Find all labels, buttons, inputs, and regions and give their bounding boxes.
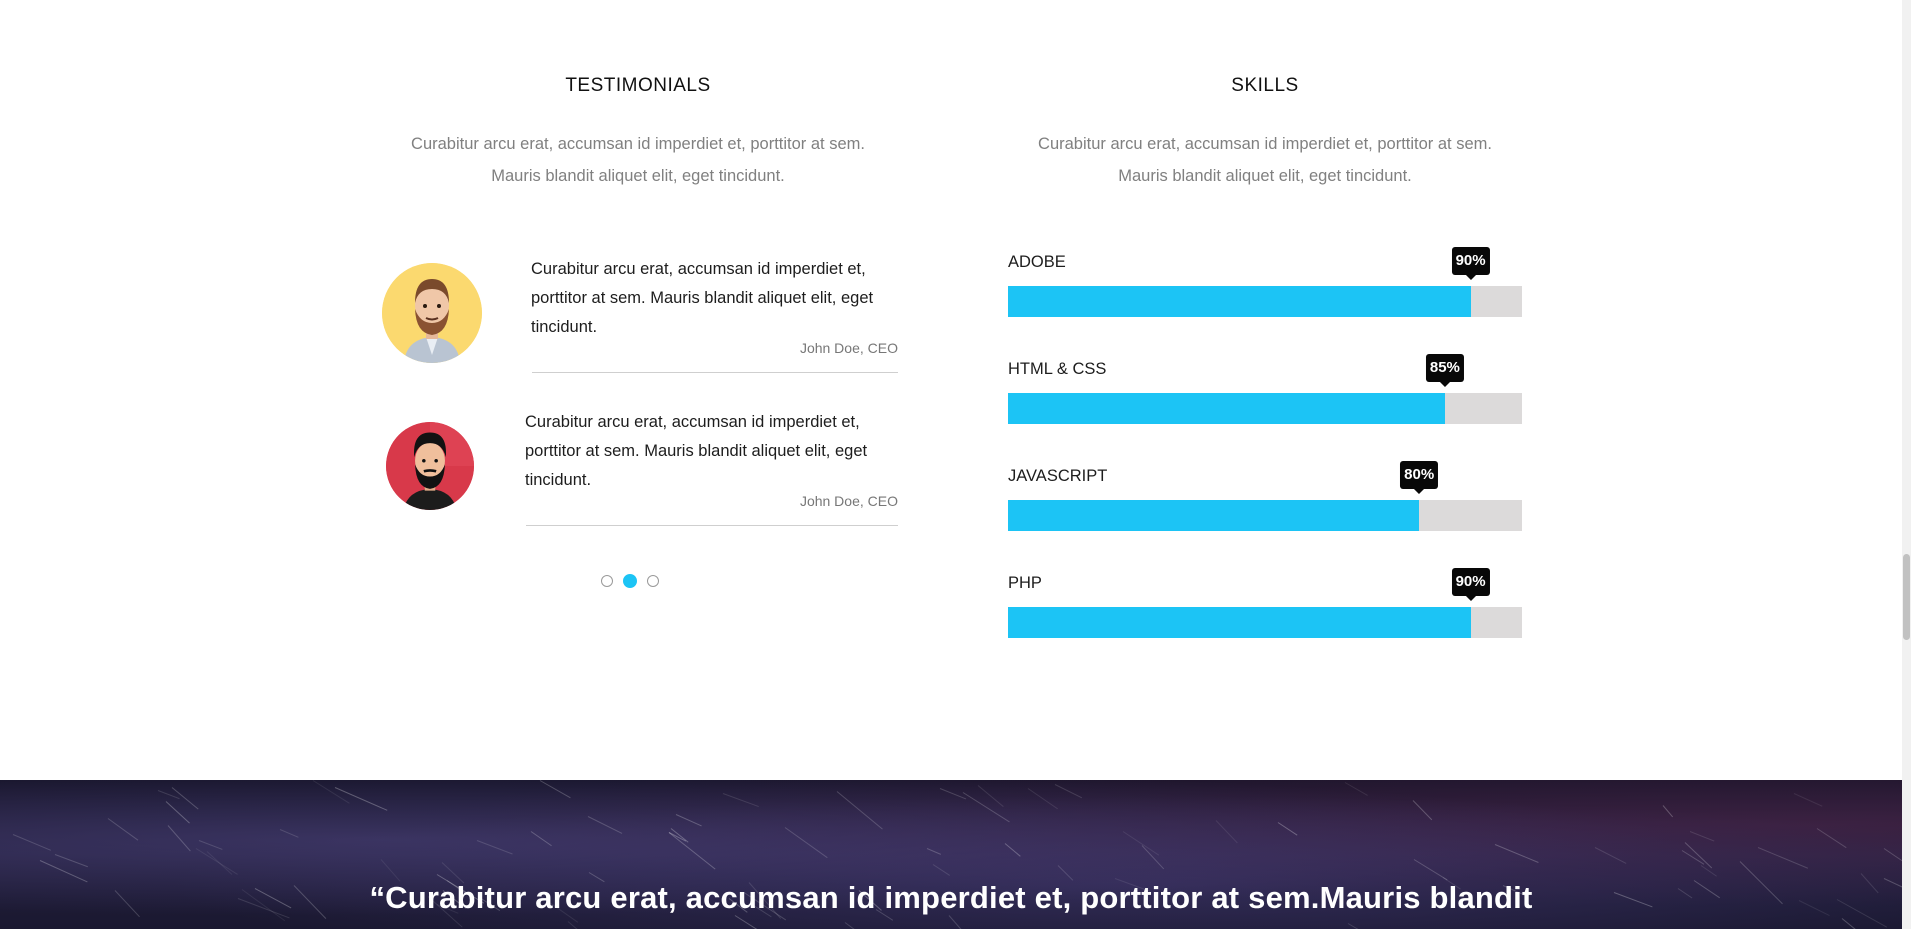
- testimonials-subtitle: Curabitur arcu erat, accumsan id imperdi…: [380, 128, 896, 192]
- star-streak: [1662, 805, 1674, 818]
- star-streak: [1027, 787, 1058, 810]
- star-streak: [171, 787, 198, 810]
- star-streak: [567, 921, 601, 929]
- star-streak: [1054, 783, 1082, 798]
- skills-title: SKILLS: [1231, 75, 1299, 96]
- skill-percent-badge: 80%: [1400, 461, 1439, 494]
- pagination-dot-1[interactable]: [601, 575, 613, 587]
- testimonial-text: Curabitur arcu erat, accumsan id imperdi…: [525, 413, 868, 489]
- bearded-man-avatar-icon: [386, 422, 474, 510]
- star-streak: [948, 915, 980, 929]
- star-streak: [1057, 864, 1074, 880]
- star-streak: [107, 818, 139, 842]
- testimonial-pagination: [601, 574, 659, 588]
- star-streak: [722, 793, 760, 808]
- star-streak: [1758, 847, 1809, 869]
- star-streak: [784, 826, 828, 858]
- star-streak: [1122, 831, 1160, 857]
- skill-label: ADOBE: [1008, 253, 1066, 271]
- skills-subtitle: Curabitur arcu erat, accumsan id imperdi…: [1008, 128, 1522, 192]
- testimonials-title: TESTIMONIALS: [565, 75, 711, 96]
- testimonial-divider: [526, 525, 898, 526]
- testimonial-divider: [532, 372, 898, 373]
- skill-progress-fill: [1008, 607, 1471, 638]
- star-streak: [668, 831, 716, 870]
- star-streak: [476, 839, 513, 855]
- star-streak: [734, 915, 774, 929]
- star-streak: [165, 801, 190, 824]
- skill-percent-badge: 90%: [1451, 247, 1490, 280]
- star-streak: [167, 825, 191, 853]
- star-streak: [1141, 845, 1165, 870]
- star-streak: [1215, 820, 1238, 844]
- star-streak: [1277, 821, 1298, 836]
- skill-percent-badge: 90%: [1451, 568, 1490, 601]
- scrollbar-thumb[interactable]: [1903, 554, 1910, 640]
- star-streak: [1495, 843, 1539, 863]
- skills-subtitle-line1: Curabitur arcu erat, accumsan id imperdi…: [1038, 135, 1492, 153]
- star-streak: [199, 840, 223, 851]
- star-streak: [196, 847, 239, 875]
- star-streak: [279, 829, 299, 838]
- star-streak: [530, 831, 552, 847]
- page-scrollbar[interactable]: [1902, 0, 1911, 929]
- testimonial-author: John Doe, CEO: [799, 340, 898, 356]
- quote-banner: “Curabitur arcu erat, accumsan id imperd…: [0, 780, 1902, 929]
- bearded-man-avatar-icon: [382, 263, 482, 363]
- skill-javascript: JAVASCRIPT 80%: [1008, 461, 1522, 531]
- testimonial-author: John Doe, CEO: [799, 493, 898, 509]
- skill-label: PHP: [1008, 574, 1042, 592]
- skill-progress-track: [1008, 286, 1522, 317]
- star-streak: [939, 787, 966, 800]
- star-streak: [1793, 793, 1823, 807]
- skill-percent-badge: 85%: [1425, 354, 1464, 387]
- star-streak: [844, 922, 865, 929]
- skill-adobe: ADOBE 90%: [1008, 247, 1522, 317]
- banner-quote: “Curabitur arcu erat, accumsan id imperd…: [369, 880, 1533, 915]
- pagination-dot-2[interactable]: [623, 574, 637, 588]
- star-streak: [54, 854, 88, 868]
- skill-progress-track: [1008, 393, 1522, 424]
- star-streak: [1700, 864, 1717, 877]
- star-streak: [932, 863, 950, 876]
- star-streak: [837, 791, 883, 830]
- testimonials-subtitle-line2: Mauris blandit aliquet elit, eget tincid…: [491, 167, 785, 185]
- star-streak: [1689, 831, 1715, 842]
- testimonials-subtitle-line1: Curabitur arcu erat, accumsan id imperdi…: [411, 135, 865, 153]
- skill-label: HTML & CSS: [1008, 360, 1107, 378]
- pagination-dot-3[interactable]: [647, 575, 659, 587]
- star-streak: [1841, 918, 1884, 929]
- star-streak: [1348, 923, 1386, 929]
- skill-progress-track: [1008, 500, 1522, 531]
- skill-label: JAVASCRIPT: [1008, 467, 1108, 485]
- skill-html-css: HTML & CSS 85%: [1008, 354, 1522, 424]
- star-streak: [926, 848, 941, 856]
- star-streak: [1413, 858, 1447, 880]
- star-streak: [1412, 799, 1433, 820]
- skill-progress-track: [1008, 607, 1522, 638]
- star-streak: [1004, 842, 1021, 857]
- star-streak: [676, 814, 703, 827]
- star-streak: [1816, 828, 1847, 849]
- star-streak: [13, 833, 52, 851]
- skills-subtitle-line2: Mauris blandit aliquet elit, eget tincid…: [1118, 167, 1412, 185]
- skill-progress-fill: [1008, 500, 1420, 531]
- star-streak: [1883, 848, 1902, 880]
- skill-progress-fill: [1008, 393, 1445, 424]
- star-streak: [1344, 782, 1368, 796]
- star-streak: [587, 816, 623, 835]
- testimonial-text: Curabitur arcu erat, accumsan id imperdi…: [531, 260, 874, 336]
- page: TESTIMONIALS Curabitur arcu erat, accums…: [0, 0, 1902, 929]
- skill-progress-fill: [1008, 286, 1471, 317]
- star-streak: [380, 858, 401, 882]
- skill-php: PHP 90%: [1008, 568, 1522, 638]
- star-streak: [539, 780, 571, 799]
- star-streak: [1594, 847, 1626, 864]
